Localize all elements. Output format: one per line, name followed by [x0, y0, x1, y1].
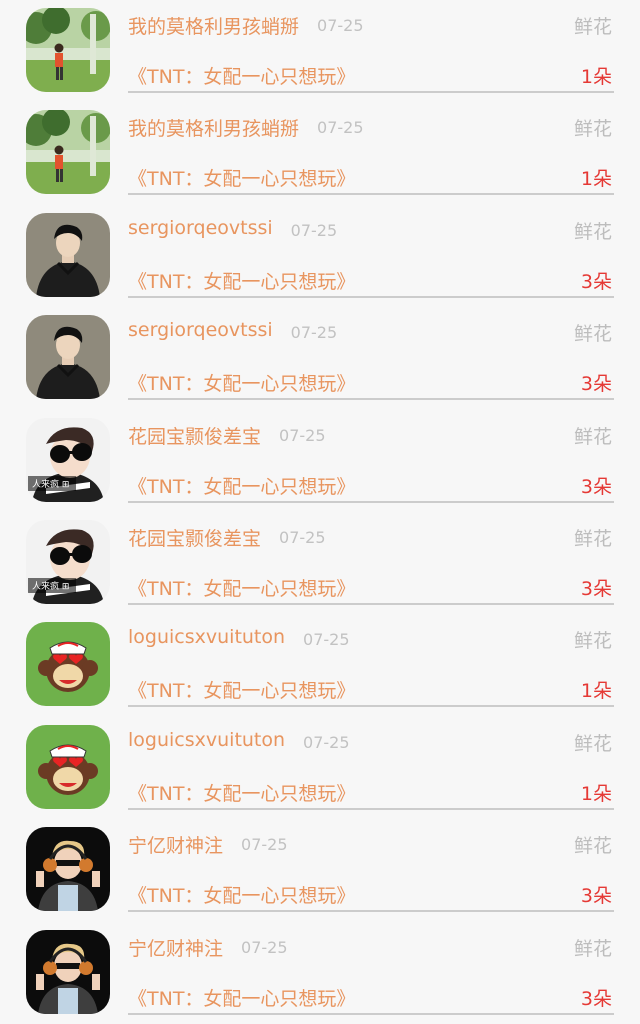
gift-date: 07-25 [279, 425, 326, 445]
gift-record-row[interactable]: loguicsxvuituton 07-25 鲜花《TNT：女配一心只想玩》 1朵 [0, 614, 640, 716]
row-divider [128, 295, 614, 298]
gift-date: 07-25 [241, 937, 288, 957]
user-avatar[interactable] [26, 315, 110, 400]
novel-title-link[interactable]: 《TNT：女配一心只想玩》 [128, 779, 355, 806]
gift-type-label: 鲜花 [573, 16, 612, 38]
novel-title-link[interactable]: 《TNT：女配一心只想玩》 [128, 881, 355, 908]
gift-date: 07-25 [241, 835, 288, 855]
gift-record-row[interactable]: 我的莫格利男孩蛸掰 07-25 鲜花《TNT：女配一心只想玩》 1朵 [0, 0, 640, 102]
row-divider [128, 603, 614, 605]
avatar-watermark: 人来疯 ⊞ [32, 478, 69, 490]
gift-type-label: 鲜花 [573, 630, 612, 653]
gift-record-row[interactable]: 我的莫格利男孩蛸掰 07-25 鲜花《TNT：女配一心只想玩》 1朵 [0, 102, 640, 204]
gift-date: 07-25 [303, 732, 350, 752]
user-avatar[interactable] [26, 827, 110, 912]
gift-date: 07-25 [279, 528, 326, 547]
user-name[interactable]: loguicsxvuituton [128, 729, 285, 751]
novel-title-link[interactable]: 《TNT：女配一心只想玩》 [128, 574, 355, 601]
user-avatar[interactable]: 人来疯 ⊞ [26, 520, 110, 604]
gift-record-row[interactable]: sergiorqeovtssi 07-25 鲜花《TNT：女配一心只想玩》 3朵 [0, 307, 640, 409]
gift-record-row[interactable]: 宁亿财神注 07-25 鲜花《TNT：女配一心只想玩》 3朵 [0, 922, 640, 1024]
user-avatar[interactable] [26, 212, 110, 297]
row-divider [128, 705, 614, 708]
gift-record-row[interactable]: 人来疯 ⊞ 花园宝颢俊差宝 07-25 鲜花《TNT：女配一心只想玩》 3朵 [0, 512, 640, 614]
user-name[interactable]: loguicsxvuituton [128, 626, 285, 648]
gift-type-label: 鲜花 [573, 732, 612, 755]
gift-count: 3朵 [580, 373, 612, 396]
gift-type-label: 鲜花 [573, 323, 612, 346]
user-avatar[interactable] [26, 8, 110, 92]
user-avatar[interactable]: 人来疯 ⊞ [26, 417, 110, 502]
gift-type-label: 鲜花 [573, 425, 612, 448]
user-name[interactable]: sergiorqeovtssi [128, 217, 273, 239]
user-avatar[interactable] [26, 929, 110, 1014]
gift-type-label: 鲜花 [573, 220, 612, 243]
novel-title-link[interactable]: 《TNT：女配一心只想玩》 [128, 984, 355, 1011]
row-divider [128, 193, 614, 196]
gift-count: 1朵 [580, 66, 612, 88]
gift-record-row[interactable]: loguicsxvuituton 07-25 鲜花《TNT：女配一心只想玩》 1朵 [0, 717, 640, 819]
gift-date: 07-25 [290, 220, 338, 240]
row-divider [128, 1012, 614, 1015]
gift-count: 1朵 [580, 782, 612, 805]
user-name[interactable]: sergiorqeovtssi [128, 319, 273, 341]
gift-type-label: 鲜花 [573, 528, 612, 550]
row-divider [128, 500, 614, 503]
avatar-watermark: 人来疯 ⊞ [32, 580, 69, 592]
gift-count: 1朵 [580, 680, 612, 703]
row-divider [128, 807, 614, 810]
gift-record-list: 我的莫格利男孩蛸掰 07-25 鲜花 《TNT：女配一心只想玩》 1朵 我的莫格利男孩蛸… [0, 0, 640, 1024]
user-avatar[interactable] [26, 724, 110, 809]
gift-record-row[interactable]: 人来疯 ⊞ 花园宝颢俊差宝 07-25 鲜花《TNT：女配一心只想玩》 3朵 [0, 410, 640, 512]
novel-title-link[interactable]: 《TNT：女配一心只想玩》 [128, 369, 355, 396]
gift-type-label: 鲜花 [573, 937, 612, 960]
user-name[interactable]: 我的莫格利男孩蛸掰 [128, 12, 299, 39]
novel-title-link[interactable]: 《TNT：女配一心只想玩》 [128, 267, 355, 294]
user-avatar[interactable] [26, 110, 110, 195]
user-avatar[interactable] [26, 622, 110, 707]
row-divider [128, 398, 614, 401]
novel-title-link[interactable]: 《TNT：女配一心只想玩》 [128, 472, 355, 499]
gift-count: 3朵 [580, 475, 612, 498]
gift-count: 3朵 [580, 987, 612, 1010]
gift-type-label: 鲜花 [573, 118, 612, 141]
novel-title-link[interactable]: 《TNT：女配一心只想玩》 [128, 62, 355, 89]
gift-date: 07-25 [303, 630, 350, 650]
novel-title-link[interactable]: 《TNT：女配一心只想玩》 [128, 164, 355, 191]
gift-count: 3朵 [580, 885, 612, 908]
gift-record-row[interactable]: sergiorqeovtssi 07-25 鲜花《TNT：女配一心只想玩》 3朵 [0, 205, 640, 307]
gift-count: 3朵 [580, 270, 612, 293]
row-divider [128, 910, 614, 913]
user-name[interactable]: 我的莫格利男孩蛸掰 [128, 114, 299, 141]
row-divider [128, 91, 614, 93]
gift-type-label: 鲜花 [573, 835, 612, 858]
novel-title-link[interactable]: 《TNT：女配一心只想玩》 [128, 676, 355, 703]
user-name[interactable]: 花园宝颢俊差宝 [128, 524, 261, 551]
gift-date: 07-25 [317, 118, 364, 138]
user-name[interactable]: 花园宝颢俊差宝 [128, 422, 261, 449]
user-name[interactable]: 宁亿财神注 [128, 831, 223, 858]
user-name[interactable]: 宁亿财神注 [128, 934, 223, 961]
gift-count: 3朵 [580, 578, 612, 600]
gift-record-row[interactable]: 宁亿财神注 07-25 鲜花《TNT：女配一心只想玩》 3朵 [0, 819, 640, 921]
gift-count: 1朵 [580, 168, 612, 191]
gift-date: 07-25 [290, 323, 338, 343]
gift-date: 07-25 [317, 16, 364, 35]
